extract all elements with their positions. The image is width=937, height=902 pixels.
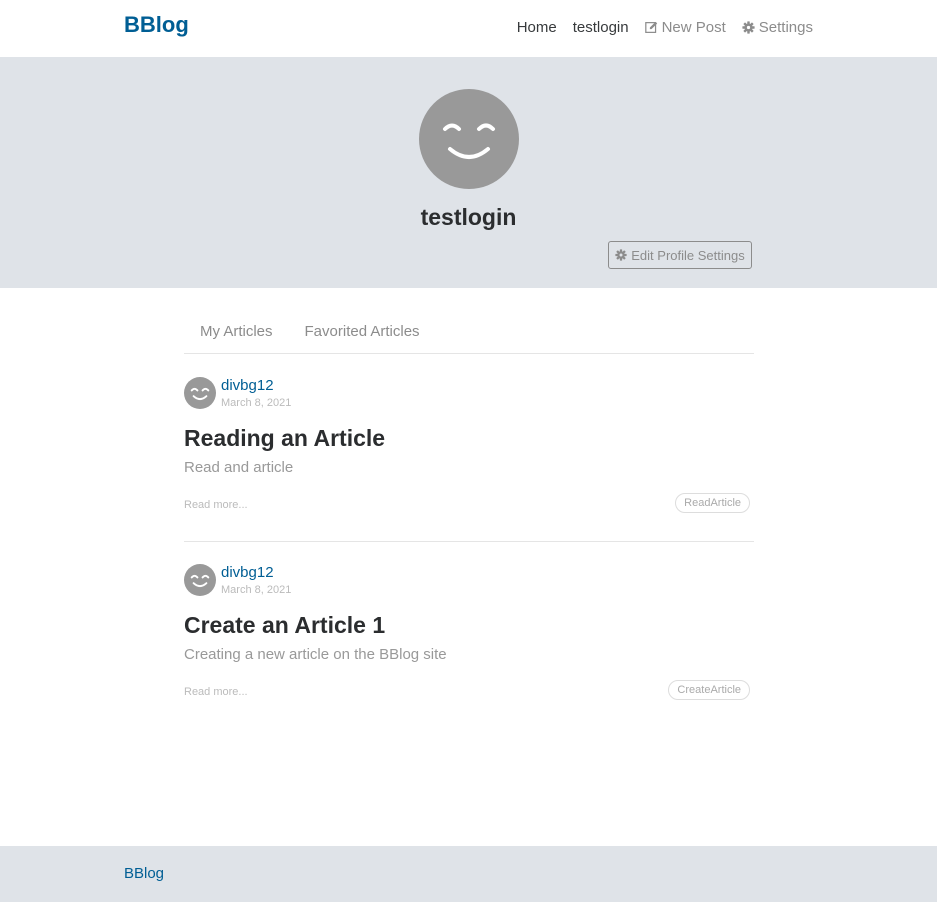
footer-brand-link[interactable]: BBlog — [124, 865, 164, 882]
nav-home-link[interactable]: Home — [517, 19, 557, 36]
gear-icon — [742, 21, 755, 34]
tab-my-articles[interactable]: My Articles — [184, 311, 289, 353]
nav-menu: Home testlogin New Post Settings — [517, 19, 813, 36]
article-title[interactable]: Reading an Article — [184, 425, 385, 452]
smiley-avatar-icon[interactable] — [184, 377, 216, 409]
nav-settings-link[interactable]: Settings — [742, 19, 813, 36]
read-more-link[interactable]: Read more... — [184, 499, 248, 511]
article-author-link[interactable]: divbg12 — [221, 564, 274, 581]
brand-logo-link[interactable]: BBlog — [124, 12, 189, 38]
article-author-link[interactable]: divbg12 — [221, 377, 274, 394]
gear-icon — [615, 249, 627, 261]
nav-settings-label: Settings — [758, 19, 813, 36]
article-description[interactable]: Read and article — [184, 459, 293, 476]
article-date: March 8, 2021 — [221, 584, 292, 596]
article-title[interactable]: Create an Article 1 — [184, 612, 385, 639]
read-more-link[interactable]: Read more... — [184, 686, 248, 698]
article-preview: divbg12 March 8, 2021 Reading an Article… — [184, 377, 754, 542]
article-tag[interactable]: CreateArticle — [668, 680, 750, 700]
article-tabs: My Articles Favorited Articles — [184, 311, 754, 354]
smiley-avatar-icon — [419, 89, 519, 189]
navbar: BBlog Home testlogin New Post Settings — [0, 0, 937, 57]
nav-new-post-link[interactable]: New Post — [644, 19, 726, 36]
profile-username: testlogin — [420, 204, 517, 230]
smiley-avatar-icon[interactable] — [184, 564, 216, 596]
edit-icon — [644, 21, 657, 33]
profile-banner: testlogin Edit Profile Settings — [0, 57, 937, 288]
article-preview: divbg12 March 8, 2021 Create an Article … — [184, 564, 754, 714]
article-description[interactable]: Creating a new article on the BBlog site — [184, 646, 447, 663]
nav-home-label: Home — [516, 19, 557, 36]
tab-favorited-articles[interactable]: Favorited Articles — [289, 311, 436, 353]
article-tag[interactable]: ReadArticle — [675, 493, 750, 513]
nav-profile-link[interactable]: testlogin — [573, 19, 629, 36]
article-date: March 8, 2021 — [221, 397, 292, 409]
nav-new-post-label: New Post — [661, 19, 726, 36]
footer: BBlog — [0, 846, 937, 902]
edit-profile-settings-button[interactable]: Edit Profile Settings — [608, 241, 752, 269]
edit-profile-settings-label: Edit Profile Settings — [631, 247, 745, 263]
nav-profile-label: testlogin — [572, 19, 629, 36]
